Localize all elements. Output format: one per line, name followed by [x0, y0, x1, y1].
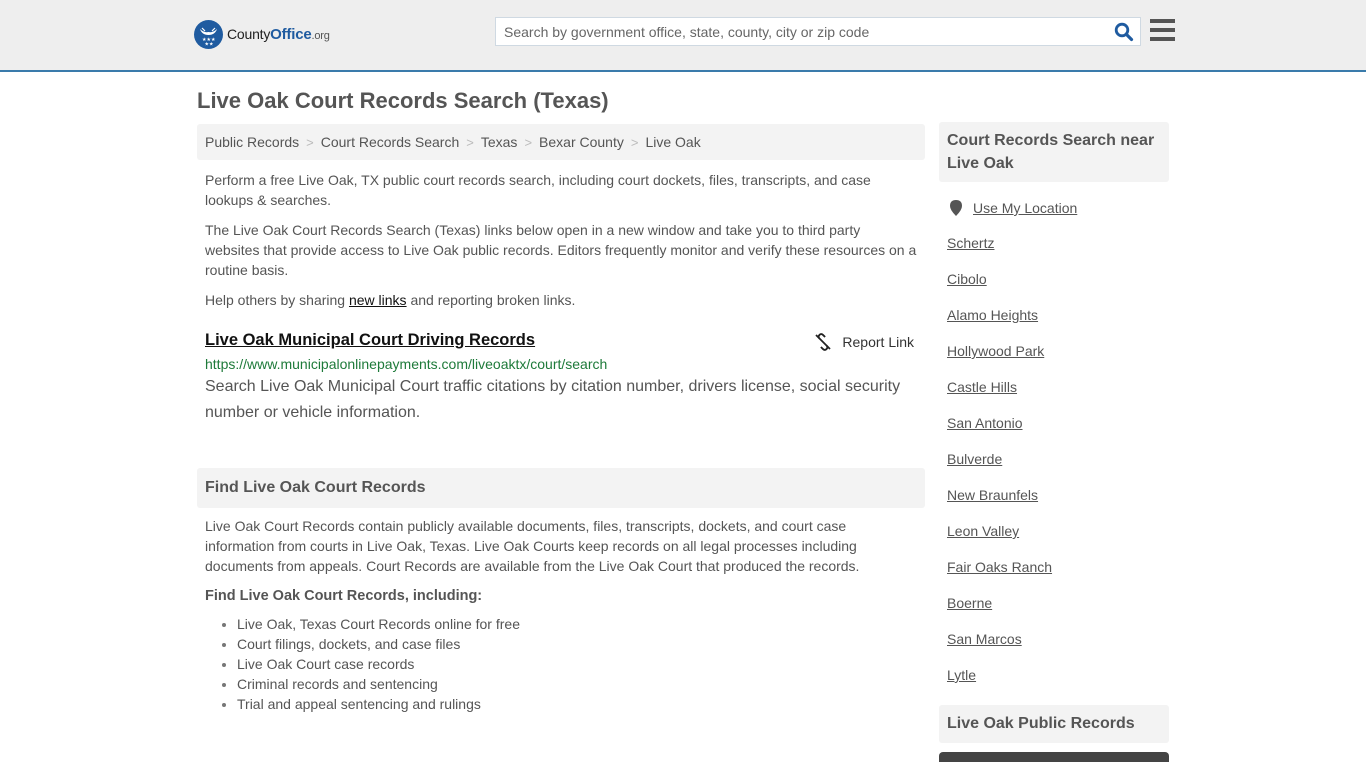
main-content: Public Records > Court Records Search > … [197, 124, 925, 714]
nearby-link-san-marcos[interactable]: San Marcos [947, 631, 1022, 647]
result-description: Search Live Oak Municipal Court traffic … [205, 378, 901, 421]
result-item: Live Oak Municipal Court Driving Records… [197, 331, 925, 426]
find-records-paragraph: Live Oak Court Records contain publicly … [205, 518, 860, 574]
intro-paragraph: Help others by sharing new links and rep… [205, 290, 917, 310]
list-item: Criminal records and sentencing [237, 674, 925, 694]
breadcrumb-public-records[interactable]: Public Records [205, 134, 299, 150]
result-url: https://www.municipalonlinepayments.com/… [205, 356, 608, 372]
eagle-logo-icon: ★★★ ★★ [194, 20, 223, 49]
nearby-item: San Marcos [947, 630, 1161, 648]
breadcrumb: Public Records > Court Records Search > … [197, 124, 925, 160]
svg-text:★★: ★★ [205, 42, 214, 48]
find-records-heading: Find Live Oak Court Records [197, 468, 925, 508]
menu-bar [1150, 37, 1175, 41]
hamburger-menu-icon [1150, 19, 1175, 23]
breadcrumb-texas[interactable]: Texas [481, 134, 518, 150]
nearby-list: Use My Location Schertz Cibolo Alamo Hei… [939, 200, 1169, 684]
intro-text-segment: and reporting broken links. [406, 292, 576, 308]
nearby-item: Alamo Heights [947, 306, 1161, 324]
report-link-label: Report Link [842, 334, 914, 350]
nearby-item: Boerne [947, 594, 1161, 612]
nearby-item: Leon Valley [947, 522, 1161, 540]
nearby-link-leon-valley[interactable]: Leon Valley [947, 523, 1019, 539]
nearby-link-bulverde[interactable]: Bulverde [947, 451, 1002, 467]
dark-panel [939, 752, 1169, 762]
breadcrumb-bexar-county[interactable]: Bexar County [539, 134, 624, 150]
nearby-link-new-braunfels[interactable]: New Braunfels [947, 487, 1038, 503]
search-icon [1114, 22, 1134, 42]
breadcrumb-separator: > [524, 134, 533, 150]
nearby-link-lytle[interactable]: Lytle [947, 667, 976, 683]
search-button[interactable] [1114, 22, 1134, 42]
breadcrumb-live-oak[interactable]: Live Oak [645, 134, 700, 150]
list-item: Live Oak, Texas Court Records online for… [237, 614, 925, 634]
nearby-link-hollywood-park[interactable]: Hollywood Park [947, 343, 1044, 359]
intro-paragraph: Perform a free Live Oak, TX public court… [205, 172, 871, 208]
nearby-link-fair-oaks-ranch[interactable]: Fair Oaks Ranch [947, 559, 1052, 575]
result-title-link[interactable]: Live Oak Municipal Court Driving Records [205, 331, 535, 349]
hamburger-menu-button[interactable] [1150, 19, 1175, 41]
public-records-heading: Live Oak Public Records [939, 705, 1169, 743]
breadcrumb-separator: > [466, 134, 474, 150]
nearby-link-san-antonio[interactable]: San Antonio [947, 415, 1023, 431]
search-box [495, 17, 1141, 46]
search-input[interactable] [496, 18, 1096, 45]
list-item: Court filings, dockets, and case files [237, 634, 925, 654]
site-header: ★★★ ★★ CountyOffice.org [0, 0, 1366, 72]
nearby-item: Hollywood Park [947, 342, 1161, 360]
find-records-body: Live Oak Court Records contain publicly … [197, 516, 925, 606]
list-item: Live Oak Court case records [237, 654, 925, 674]
page-title: Live Oak Court Records Search (Texas) [197, 88, 609, 113]
nearby-item: Lytle [947, 666, 1161, 684]
logo-text: CountyOffice.org [227, 26, 330, 43]
nearby-link-boerne[interactable]: Boerne [947, 595, 992, 611]
nearby-item: Cibolo [947, 270, 1161, 288]
nearby-item: Bulverde [947, 450, 1161, 468]
nearby-link-alamo-heights[interactable]: Alamo Heights [947, 307, 1038, 323]
nearby-item: New Braunfels [947, 486, 1161, 504]
breadcrumb-separator: > [306, 134, 314, 150]
intro-text-segment: Help others by sharing [205, 292, 349, 308]
site-logo[interactable]: ★★★ ★★ CountyOffice.org [194, 20, 330, 49]
nearby-item: Castle Hills [947, 378, 1161, 396]
broken-link-icon [815, 333, 832, 351]
menu-bar [1150, 28, 1175, 32]
map-pin-icon [950, 200, 962, 216]
nearby-link-cibolo[interactable]: Cibolo [947, 271, 987, 287]
report-link-button[interactable]: Report Link [814, 333, 914, 351]
nearby-item: San Antonio [947, 414, 1161, 432]
breadcrumb-court-records-search[interactable]: Court Records Search [321, 134, 460, 150]
nearby-item: Schertz [947, 234, 1161, 252]
sidebar-heading: Court Records Search near Live Oak [939, 122, 1169, 182]
nearby-item: Fair Oaks Ranch [947, 558, 1161, 576]
intro-text: Perform a free Live Oak, TX public court… [197, 170, 925, 310]
use-my-location-link[interactable]: Use My Location [973, 200, 1077, 216]
new-links-link[interactable]: new links [349, 292, 407, 308]
nearby-link-castle-hills[interactable]: Castle Hills [947, 379, 1017, 395]
records-list: Live Oak, Texas Court Records online for… [197, 614, 925, 714]
find-records-subheading: Find Live Oak Court Records, including: [205, 588, 483, 604]
use-location-row: Use My Location [947, 200, 1161, 216]
sidebar: Court Records Search near Live Oak Use M… [939, 122, 1169, 762]
intro-paragraph: The Live Oak Court Records Search (Texas… [205, 222, 917, 278]
breadcrumb-separator: > [630, 134, 639, 150]
list-item: Trial and appeal sentencing and rulings [237, 694, 925, 714]
nearby-link-schertz[interactable]: Schertz [947, 235, 994, 251]
